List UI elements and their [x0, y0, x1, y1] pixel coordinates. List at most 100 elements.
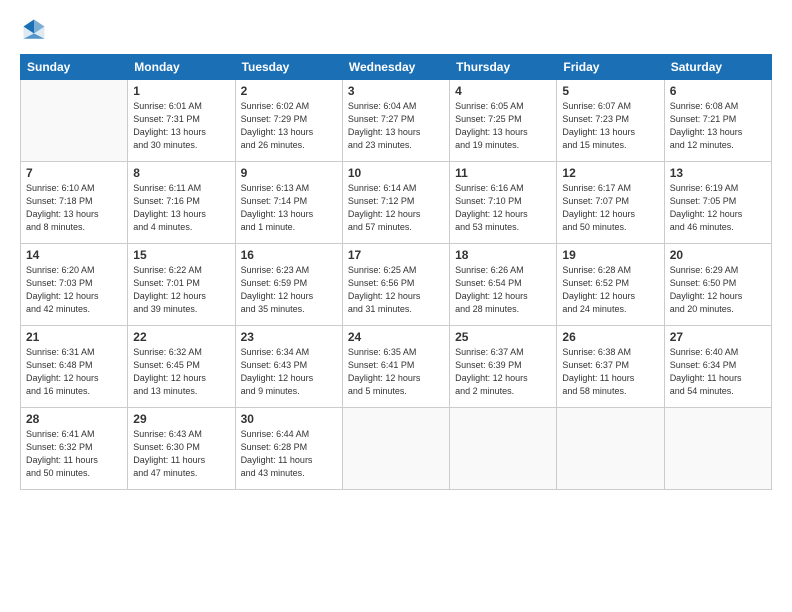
calendar-cell [450, 408, 557, 490]
day-info: Sunrise: 6:37 AM Sunset: 6:39 PM Dayligh… [455, 346, 551, 398]
calendar-cell: 15 Sunrise: 6:22 AM Sunset: 7:01 PM Dayli… [128, 244, 235, 326]
day-info: Sunrise: 6:41 AM Sunset: 6:32 PM Dayligh… [26, 428, 122, 480]
day-info: Sunrise: 6:35 AM Sunset: 6:41 PM Dayligh… [348, 346, 444, 398]
calendar-cell: 11 Sunrise: 6:16 AM Sunset: 7:10 PM Dayli… [450, 162, 557, 244]
day-number: 21 [26, 330, 122, 344]
day-number: 19 [562, 248, 658, 262]
day-number: 9 [241, 166, 337, 180]
calendar-cell: 7 Sunrise: 6:10 AM Sunset: 7:18 PM Daylig… [21, 162, 128, 244]
header-day: Sunday [21, 55, 128, 80]
day-number: 10 [348, 166, 444, 180]
calendar-cell: 16Sunrise: 6:23 AM Sunset: 6:59 PM Dayli… [235, 244, 342, 326]
day-number: 5 [562, 84, 658, 98]
day-info: Sunrise: 6:26 AM Sunset: 6:54 PM Dayligh… [455, 264, 551, 316]
day-info: Sunrise: 6:11 AM Sunset: 7:16 PM Dayligh… [133, 182, 229, 234]
calendar-cell: 18 Sunrise: 6:26 AM Sunset: 6:54 PM Dayli… [450, 244, 557, 326]
calendar-cell: 29Sunrise: 6:43 AM Sunset: 6:30 PM Dayli… [128, 408, 235, 490]
calendar-cell: 17 Sunrise: 6:25 AM Sunset: 6:56 PM Dayli… [342, 244, 449, 326]
calendar-cell: 4 Sunrise: 6:05 AM Sunset: 7:25 PM Daylig… [450, 80, 557, 162]
day-number: 24 [348, 330, 444, 344]
day-number: 29 [133, 412, 229, 426]
calendar-cell: 20 Sunrise: 6:29 AM Sunset: 6:50 PM Dayli… [664, 244, 771, 326]
calendar-cell: 22Sunrise: 6:32 AM Sunset: 6:45 PM Dayli… [128, 326, 235, 408]
day-info: Sunrise: 6:10 AM Sunset: 7:18 PM Dayligh… [26, 182, 122, 234]
week-row: 14 Sunrise: 6:20 AM Sunset: 7:03 PM Dayli… [21, 244, 772, 326]
calendar-cell: 30 Sunrise: 6:44 AM Sunset: 6:28 PM Dayli… [235, 408, 342, 490]
day-info: Sunrise: 6:34 AM Sunset: 6:43 PM Dayligh… [241, 346, 337, 398]
calendar-cell [342, 408, 449, 490]
week-row: 21 Sunrise: 6:31 AM Sunset: 6:48 PM Dayli… [21, 326, 772, 408]
day-number: 15 [133, 248, 229, 262]
day-number: 26 [562, 330, 658, 344]
header-row: SundayMondayTuesdayWednesdayThursdayFrid… [21, 55, 772, 80]
day-number: 1 [133, 84, 229, 98]
day-info: Sunrise: 6:02 AM Sunset: 7:29 PM Dayligh… [241, 100, 337, 152]
day-info: Sunrise: 6:13 AM Sunset: 7:14 PM Dayligh… [241, 182, 337, 234]
calendar-cell: 3 Sunrise: 6:04 AM Sunset: 7:27 PM Daylig… [342, 80, 449, 162]
day-number: 3 [348, 84, 444, 98]
day-number: 12 [562, 166, 658, 180]
day-info: Sunrise: 6:29 AM Sunset: 6:50 PM Dayligh… [670, 264, 766, 316]
calendar-cell: 6 Sunrise: 6:08 AM Sunset: 7:21 PM Daylig… [664, 80, 771, 162]
day-number: 14 [26, 248, 122, 262]
calendar-cell: 24 Sunrise: 6:35 AM Sunset: 6:41 PM Dayli… [342, 326, 449, 408]
day-info: Sunrise: 6:16 AM Sunset: 7:10 PM Dayligh… [455, 182, 551, 234]
calendar-cell: 12Sunrise: 6:17 AM Sunset: 7:07 PM Dayli… [557, 162, 664, 244]
logo-icon [20, 16, 48, 44]
day-info: Sunrise: 6:22 AM Sunset: 7:01 PM Dayligh… [133, 264, 229, 316]
calendar-cell: 10 Sunrise: 6:14 AM Sunset: 7:12 PM Dayli… [342, 162, 449, 244]
day-info: Sunrise: 6:05 AM Sunset: 7:25 PM Dayligh… [455, 100, 551, 152]
header-day: Friday [557, 55, 664, 80]
calendar-cell [664, 408, 771, 490]
day-number: 17 [348, 248, 444, 262]
day-number: 18 [455, 248, 551, 262]
calendar-cell: 2Sunrise: 6:02 AM Sunset: 7:29 PM Daylig… [235, 80, 342, 162]
day-number: 7 [26, 166, 122, 180]
calendar-cell: 9 Sunrise: 6:13 AM Sunset: 7:14 PM Daylig… [235, 162, 342, 244]
day-number: 23 [241, 330, 337, 344]
week-row: 28 Sunrise: 6:41 AM Sunset: 6:32 PM Dayli… [21, 408, 772, 490]
day-number: 11 [455, 166, 551, 180]
day-info: Sunrise: 6:20 AM Sunset: 7:03 PM Dayligh… [26, 264, 122, 316]
day-info: Sunrise: 6:25 AM Sunset: 6:56 PM Dayligh… [348, 264, 444, 316]
day-info: Sunrise: 6:08 AM Sunset: 7:21 PM Dayligh… [670, 100, 766, 152]
logo [20, 16, 52, 44]
day-info: Sunrise: 6:28 AM Sunset: 6:52 PM Dayligh… [562, 264, 658, 316]
week-row: 1 Sunrise: 6:01 AM Sunset: 7:31 PM Daylig… [21, 80, 772, 162]
day-info: Sunrise: 6:04 AM Sunset: 7:27 PM Dayligh… [348, 100, 444, 152]
day-number: 25 [455, 330, 551, 344]
day-number: 28 [26, 412, 122, 426]
day-info: Sunrise: 6:44 AM Sunset: 6:28 PM Dayligh… [241, 428, 337, 480]
day-info: Sunrise: 6:01 AM Sunset: 7:31 PM Dayligh… [133, 100, 229, 152]
calendar: SundayMondayTuesdayWednesdayThursdayFrid… [20, 54, 772, 490]
day-number: 27 [670, 330, 766, 344]
day-number: 13 [670, 166, 766, 180]
header-day: Thursday [450, 55, 557, 80]
day-info: Sunrise: 6:07 AM Sunset: 7:23 PM Dayligh… [562, 100, 658, 152]
calendar-cell: 21 Sunrise: 6:31 AM Sunset: 6:48 PM Dayli… [21, 326, 128, 408]
header-day: Monday [128, 55, 235, 80]
calendar-cell: 26 Sunrise: 6:38 AM Sunset: 6:37 PM Dayli… [557, 326, 664, 408]
calendar-cell: 14 Sunrise: 6:20 AM Sunset: 7:03 PM Dayli… [21, 244, 128, 326]
calendar-cell: 28 Sunrise: 6:41 AM Sunset: 6:32 PM Dayli… [21, 408, 128, 490]
calendar-cell: 13 Sunrise: 6:19 AM Sunset: 7:05 PM Dayli… [664, 162, 771, 244]
day-info: Sunrise: 6:40 AM Sunset: 6:34 PM Dayligh… [670, 346, 766, 398]
day-info: Sunrise: 6:38 AM Sunset: 6:37 PM Dayligh… [562, 346, 658, 398]
day-info: Sunrise: 6:19 AM Sunset: 7:05 PM Dayligh… [670, 182, 766, 234]
day-number: 8 [133, 166, 229, 180]
day-number: 4 [455, 84, 551, 98]
page: SundayMondayTuesdayWednesdayThursdayFrid… [0, 0, 792, 612]
day-info: Sunrise: 6:31 AM Sunset: 6:48 PM Dayligh… [26, 346, 122, 398]
day-info: Sunrise: 6:14 AM Sunset: 7:12 PM Dayligh… [348, 182, 444, 234]
header [20, 16, 772, 44]
day-number: 6 [670, 84, 766, 98]
day-number: 20 [670, 248, 766, 262]
calendar-cell [21, 80, 128, 162]
header-day: Tuesday [235, 55, 342, 80]
day-info: Sunrise: 6:23 AM Sunset: 6:59 PM Dayligh… [241, 264, 337, 316]
calendar-cell: 19 Sunrise: 6:28 AM Sunset: 6:52 PM Dayli… [557, 244, 664, 326]
calendar-cell: 8 Sunrise: 6:11 AM Sunset: 7:16 PM Daylig… [128, 162, 235, 244]
calendar-cell: 5 Sunrise: 6:07 AM Sunset: 7:23 PM Daylig… [557, 80, 664, 162]
calendar-cell [557, 408, 664, 490]
day-number: 30 [241, 412, 337, 426]
